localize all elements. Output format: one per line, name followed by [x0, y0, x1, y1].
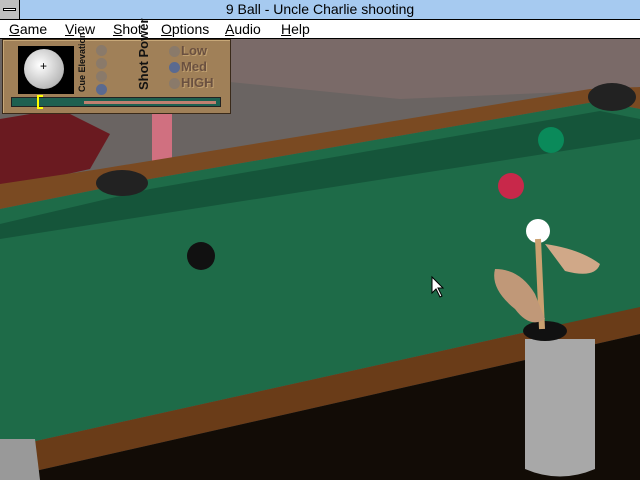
elevation-option-3[interactable]	[96, 71, 107, 82]
cue-elevation-label: Cue Elevation	[77, 32, 87, 92]
red-ball	[498, 173, 524, 199]
menu-options[interactable]: Options	[161, 20, 209, 38]
power-high-knob[interactable]	[169, 78, 180, 89]
corner-pocket-front	[525, 339, 595, 477]
power-low-knob[interactable]	[169, 46, 180, 57]
aim-crosshair-icon: +	[40, 59, 48, 73]
corner-pocket-left	[0, 439, 40, 480]
menu-audio[interactable]: Audio	[225, 20, 261, 38]
menu-game[interactable]: Game	[9, 20, 47, 38]
power-high-option[interactable]: HIGH	[181, 75, 214, 90]
power-low-option[interactable]: Low	[181, 43, 207, 58]
system-menu-button[interactable]	[0, 0, 20, 19]
black-ball	[187, 242, 215, 270]
slider-thumb[interactable]	[37, 95, 43, 109]
title-bar: 9 Ball - Uncle Charlie shooting	[0, 0, 640, 20]
shot-control-panel: + Cue Elevation Shot Power Low Med HIGH	[2, 18, 231, 114]
window-title: 9 Ball - Uncle Charlie shooting	[225, 1, 415, 17]
side-pocket	[96, 170, 148, 196]
elevation-option-4[interactable]	[96, 84, 107, 95]
pocket-hole	[523, 321, 567, 341]
elevation-option-2[interactable]	[96, 58, 107, 69]
power-med-knob[interactable]	[169, 62, 180, 73]
menu-help[interactable]: Help	[281, 20, 310, 38]
power-med-option[interactable]: Med	[181, 59, 207, 74]
elevation-option-1[interactable]	[96, 45, 107, 56]
cue-aim-view[interactable]: +	[18, 46, 74, 94]
shot-stroke-slider[interactable]	[11, 95, 221, 109]
cue-stick-indicator	[84, 101, 216, 104]
system-menu-icon	[3, 8, 16, 11]
corner-pocket-right	[588, 83, 636, 111]
menu-bar: Game View Shot Options Audio Help	[0, 20, 640, 39]
shot-power-label: Shot Power	[136, 18, 151, 90]
green-ball	[538, 127, 564, 153]
